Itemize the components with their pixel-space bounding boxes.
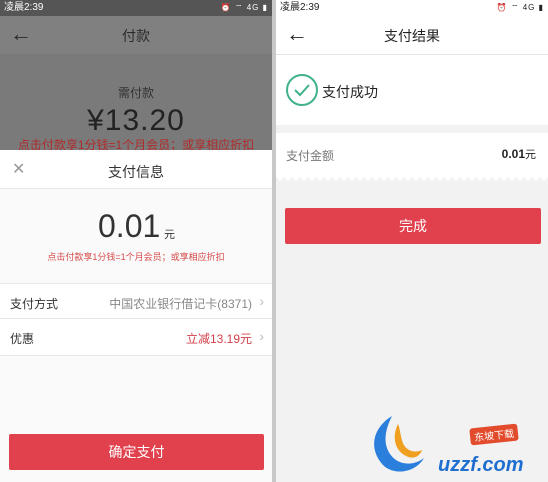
confirm-payment-button[interactable]: 确定支付 <box>9 434 264 470</box>
discount-row[interactable]: 优惠 立减13.19元 › <box>0 318 272 356</box>
result-card: 支付成功 <box>276 55 548 125</box>
paid-amount-label: 支付金额 <box>286 149 335 163</box>
status-icons: ⏰ ⌔ 4G ▮ <box>220 3 268 12</box>
success-message: 支付成功 <box>322 84 378 100</box>
payment-amount: 0.01 <box>98 208 161 244</box>
watermark-brand: uzzf.com <box>438 454 524 476</box>
sheet-promo-text: 点击付款享1分钱=1个月会员；或享相应折扣 <box>47 252 225 262</box>
payment-info-sheet: ✕ 支付信息 0.01 元 点击付款享1分钱=1个月会员；或享相应折扣 支付方式… <box>0 150 272 482</box>
payment-unit: 元 <box>164 229 175 241</box>
paid-amount-number: 0.01 <box>501 147 525 161</box>
page-title: 支付结果 <box>384 28 440 44</box>
check-circle-icon <box>286 74 318 106</box>
flame-logo-icon <box>374 416 424 472</box>
status-bar: 凌晨2:39 ⏰ ⌔ 4G ▮ <box>0 0 272 16</box>
paid-amount-unit: 元 <box>525 149 536 161</box>
status-icons: ⏰ ⌔ 4G ▮ <box>496 3 544 12</box>
done-button[interactable]: 完成 <box>285 208 541 244</box>
sheet-title: 支付信息 <box>108 164 164 180</box>
payment-method-row[interactable]: 支付方式 中国农业银行借记卡(8371) › <box>0 283 272 321</box>
sheet-header: ✕ 支付信息 <box>0 150 272 189</box>
payment-method-label: 支付方式 <box>10 297 59 311</box>
receipt-edge <box>276 175 548 181</box>
discount-value: 立减13.19元 <box>185 332 252 346</box>
header: ← 付款 <box>0 16 272 54</box>
watermark-sub: 东坡下载 <box>469 423 519 446</box>
page-title: 付款 <box>122 28 150 44</box>
status-time: 凌晨2:39 <box>4 2 44 13</box>
amount-due-value: ¥13.20 <box>87 104 185 137</box>
payment-method-value: 中国农业银行借记卡(8371) <box>109 297 252 311</box>
payment-screen: 凌晨2:39 ⏰ ⌔ 4G ▮ ← 付款 需付款 ¥13.20 点击付款享1分钱… <box>0 0 272 482</box>
status-time: 凌晨2:39 <box>280 2 320 13</box>
chevron-right-icon: › <box>259 293 264 309</box>
discount-label: 优惠 <box>10 332 35 346</box>
paid-amount-value: 0.01元 <box>502 146 536 162</box>
paid-amount-row: 支付金额 0.01元 <box>276 133 548 175</box>
watermark-logo: 东坡下载 uzzf.com <box>342 410 542 478</box>
header: ← 支付结果 <box>276 16 548 55</box>
status-bar: 凌晨2:39 ⏰ ⌔ 4G ▮ <box>276 0 548 16</box>
chevron-right-icon: › <box>259 328 264 344</box>
amount-due-label: 需付款 <box>117 86 154 100</box>
